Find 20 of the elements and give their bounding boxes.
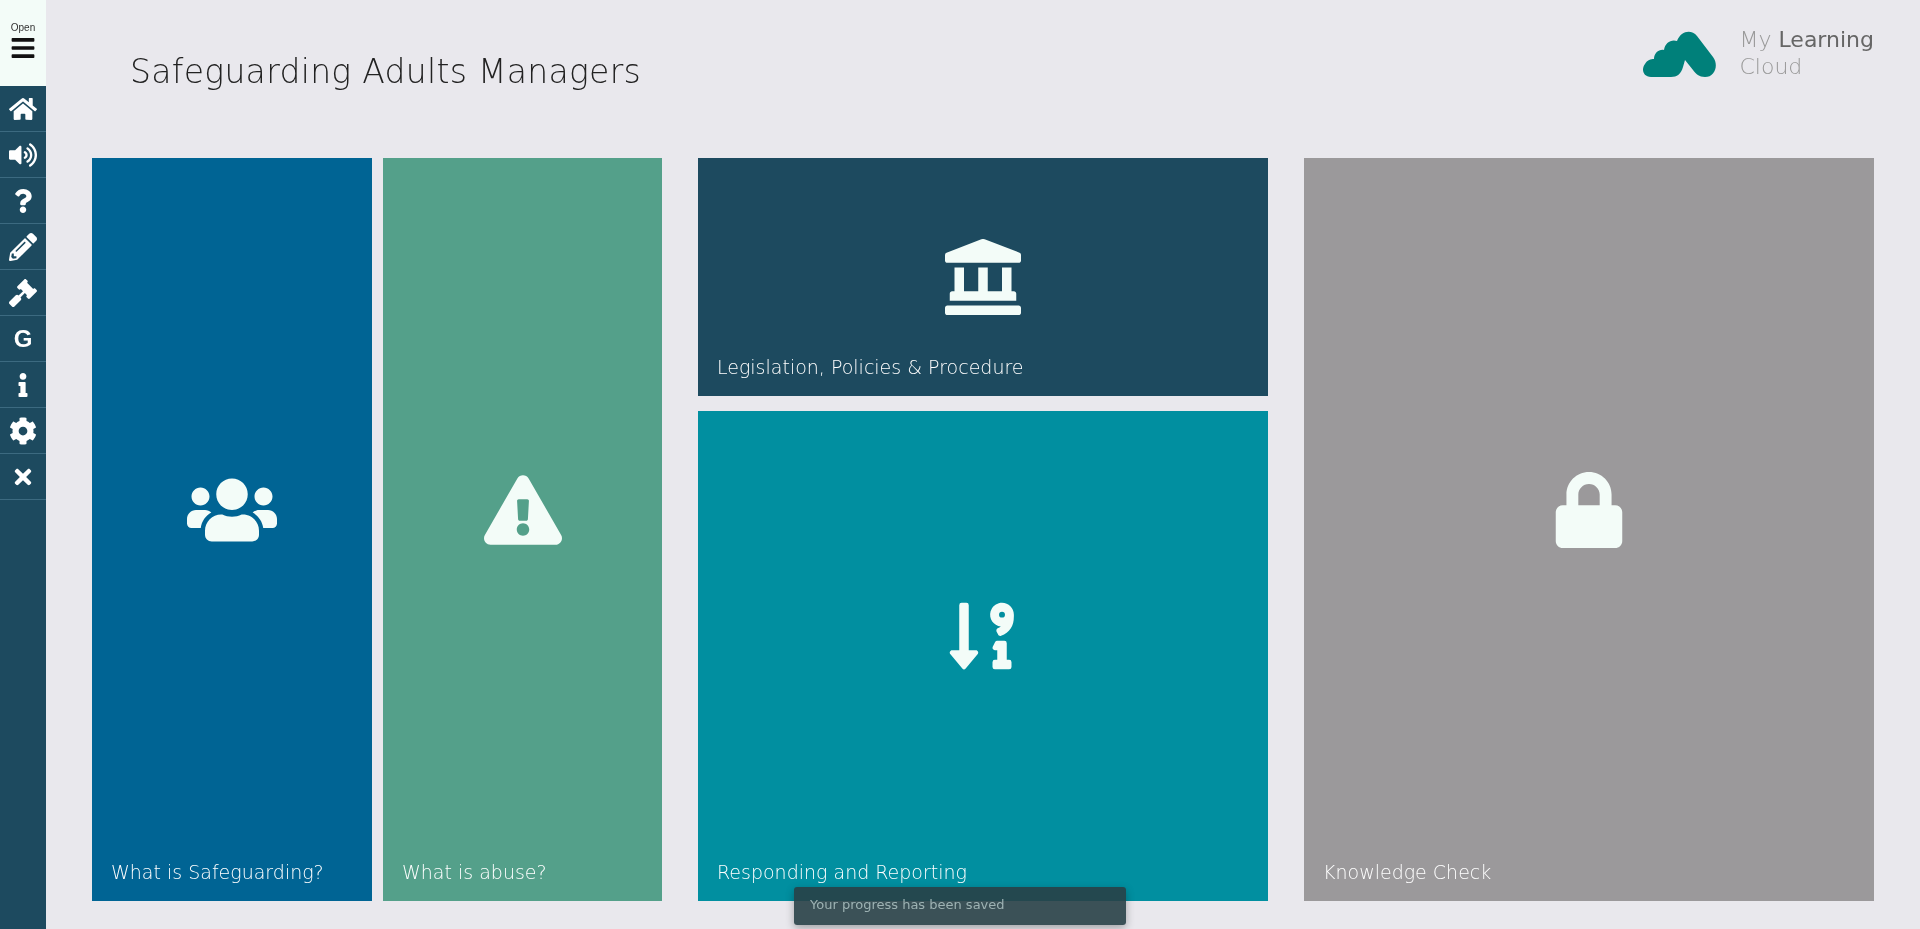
tile-label: What is Safeguarding? [111,861,325,883]
tile-label: What is abuse? [402,861,548,883]
tile-label: Legislation, Policies & Procedure [717,356,1025,378]
logo-text: My Learning [1739,26,1874,53]
glossary-button[interactable]: G [0,316,46,362]
pencil-icon [9,232,37,261]
topic-tile[interactable]: Legislation, Policies & Procedure [698,158,1268,396]
logo-text: Cloud [1739,53,1804,80]
topic-tile[interactable]: What is Safeguarding? [92,158,372,901]
menu-icon [10,35,36,61]
settings-icon [9,416,37,445]
tile-label: Responding and Reporting [717,861,968,883]
menu-toggle[interactable]: Open [0,0,46,86]
gavel-icon [9,278,37,307]
toast-message: Your progress has been saved [794,887,1126,925]
speaker-icon [9,140,37,169]
building-icon [945,239,1021,315]
tile-label: Knowledge Check [1323,861,1493,883]
cloud-logo-icon [1641,29,1718,77]
page-title: Safeguarding Adults Managers [130,52,642,91]
